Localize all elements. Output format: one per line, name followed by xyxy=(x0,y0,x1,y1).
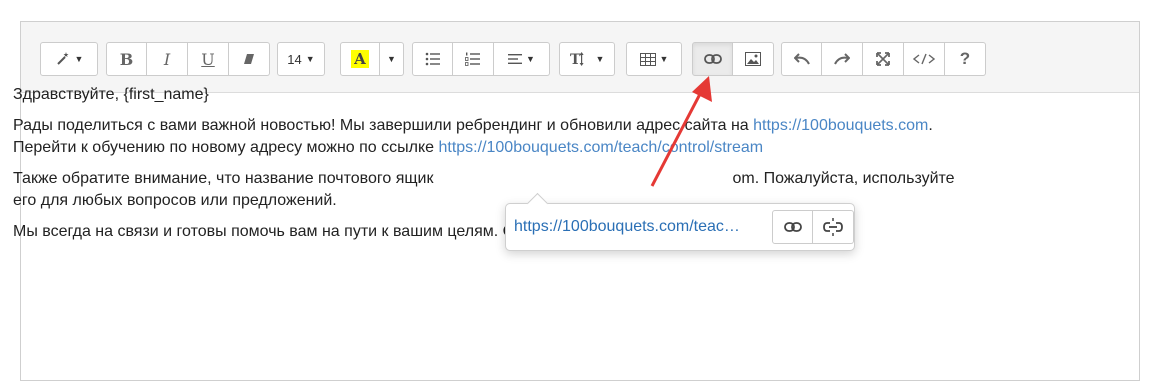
mailbox-text-start: Также обратите внимание, что название по… xyxy=(13,170,434,187)
table-icon xyxy=(639,52,656,66)
image-icon xyxy=(745,52,761,66)
clear-format-button[interactable] xyxy=(229,42,270,76)
toolbar-group-misc: ? xyxy=(781,42,986,76)
greeting-paragraph: Здравствуйте, {first_name} xyxy=(13,84,1113,106)
numbered-list-button[interactable] xyxy=(453,42,494,76)
toolbar-group-fontsize: 14 ▼ xyxy=(277,42,325,76)
bullet-list-icon xyxy=(425,52,440,66)
fullscreen-button[interactable] xyxy=(863,42,904,76)
help-button[interactable]: ? xyxy=(945,42,986,76)
unlink-icon xyxy=(823,218,843,236)
announcement-paragraph: Рады поделиться с вами важной новостью! … xyxy=(13,115,1113,159)
chevron-down-icon: ▼ xyxy=(526,54,535,64)
align-left-icon xyxy=(508,54,523,64)
training-link[interactable]: https://100bouquets.com/teach/control/st… xyxy=(438,139,763,156)
redo-button[interactable] xyxy=(822,42,863,76)
bold-icon: B xyxy=(119,49,134,69)
toolbar-group-color: A ▼ xyxy=(340,42,404,76)
undo-icon xyxy=(793,53,810,65)
mailbox-text-end: om. Пожалуйста, используйте xyxy=(732,170,955,187)
magic-style-button[interactable]: ▼ xyxy=(40,42,98,76)
table-dropdown[interactable]: ▼ xyxy=(626,42,682,76)
text-height-icon: T xyxy=(570,52,584,67)
greeting-text: Здравствуйте, {first_name} xyxy=(13,86,209,103)
announcement-text: Рады поделиться с вами важной новостью! … xyxy=(13,117,754,134)
numbered-list-icon xyxy=(465,52,480,66)
font-size-dropdown[interactable]: 14 ▼ xyxy=(277,42,325,76)
mailbox-text-cont: его для любых вопросов или предложений. xyxy=(13,192,337,209)
link-icon xyxy=(783,222,802,232)
eraser-icon xyxy=(244,54,254,64)
toolbar-group-insert xyxy=(692,42,774,76)
highlight-icon: A xyxy=(351,50,369,68)
unlink-button[interactable] xyxy=(813,210,854,244)
insert-image-button[interactable] xyxy=(733,42,774,76)
link-icon xyxy=(703,54,722,64)
popover-link-url[interactable]: https://100bouquets.com/teac… xyxy=(514,218,766,236)
toolbar-group-textstyle: T ▼ xyxy=(559,42,615,76)
insert-link-button[interactable] xyxy=(692,42,733,76)
period-text: . xyxy=(928,117,933,134)
link-popover: https://100bouquets.com/teac… xyxy=(505,192,855,251)
align-dropdown[interactable]: ▼ xyxy=(494,42,550,76)
underline-button[interactable]: U xyxy=(188,42,229,76)
editor-toolbar: ▼ B I U 14 ▼ A ▼ ▼ T ▼ ▼ ? xyxy=(21,22,1139,93)
color-dropdown-button[interactable]: ▼ xyxy=(380,42,404,76)
highlight-color-button[interactable]: A xyxy=(340,42,380,76)
bold-button[interactable]: B xyxy=(106,42,147,76)
italic-button[interactable]: I xyxy=(147,42,188,76)
code-icon xyxy=(913,53,935,65)
code-view-button[interactable] xyxy=(904,42,945,76)
edit-link-button[interactable] xyxy=(772,210,813,244)
underline-icon: U xyxy=(201,49,215,69)
chevron-down-icon: ▼ xyxy=(387,54,396,64)
chevron-down-icon: ▼ xyxy=(305,54,315,64)
toolbar-group-table: ▼ xyxy=(626,42,682,76)
redo-icon xyxy=(834,53,850,65)
help-icon: ? xyxy=(959,49,971,68)
chevron-down-icon: ▼ xyxy=(659,54,669,64)
italic-icon: I xyxy=(163,49,171,69)
bullet-list-button[interactable] xyxy=(412,42,453,76)
chevron-down-icon: ▼ xyxy=(74,54,84,64)
toolbar-group-style: ▼ xyxy=(40,42,98,76)
popover-actions xyxy=(772,210,854,244)
text-style-dropdown[interactable]: T ▼ xyxy=(559,42,615,76)
site-link[interactable]: https://100bouquets.com xyxy=(753,117,928,134)
undo-button[interactable] xyxy=(781,42,822,76)
chevron-down-icon: ▼ xyxy=(595,54,605,64)
font-size-value: 14 xyxy=(287,51,302,67)
magic-wand-icon xyxy=(56,52,69,65)
svg-text:T: T xyxy=(570,52,581,67)
toolbar-group-paragraph: ▼ xyxy=(412,42,550,76)
training-text: Перейти к обучению по новому адресу можн… xyxy=(13,139,439,156)
fullscreen-icon xyxy=(876,52,890,66)
toolbar-group-format: B I U xyxy=(106,42,270,76)
